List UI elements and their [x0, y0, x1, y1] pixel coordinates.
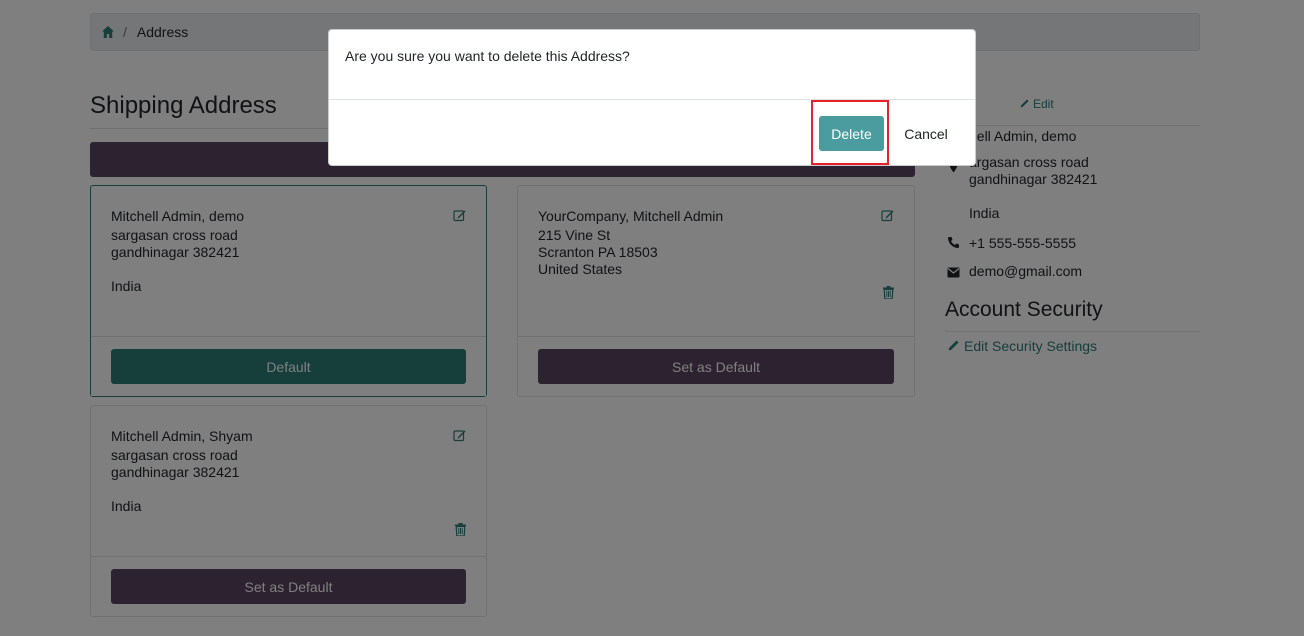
dialog-message: Are you sure you want to delete this Add…: [345, 48, 630, 64]
cancel-button[interactable]: Cancel: [893, 116, 959, 151]
delete-button-highlight: [811, 100, 889, 165]
